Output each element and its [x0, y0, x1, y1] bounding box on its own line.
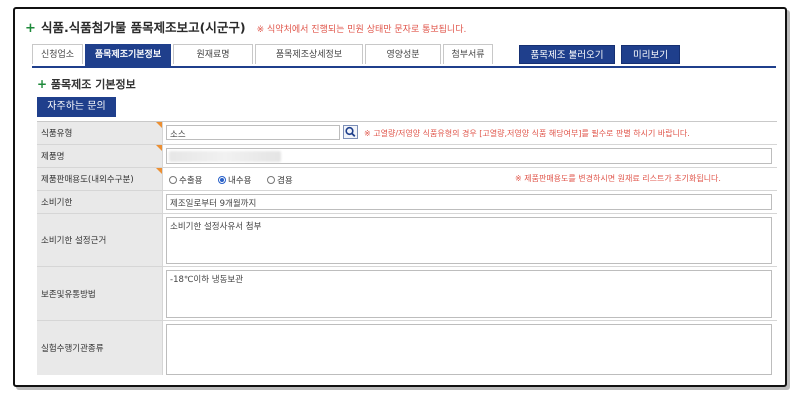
- shelf-life-label: 소비기한: [37, 191, 163, 213]
- required-marker: [156, 145, 162, 151]
- food-type-note: ※ 고열량/저영양 식품유형의 경우 [고열량,저영양 식품 해당여부]를 필수…: [364, 129, 690, 138]
- search-button[interactable]: [343, 125, 358, 139]
- faq-button[interactable]: 자주하는 문의: [37, 97, 116, 117]
- row-storage: 보존및유통방법 -18℃이하 냉동보관: [37, 267, 777, 321]
- row-product-name: 제품명: [37, 145, 777, 168]
- radio-domestic[interactable]: 내수용: [218, 174, 251, 186]
- search-icon: [345, 126, 356, 137]
- plus-icon: +: [37, 77, 48, 91]
- page-title: 식품.식품첨가물 품목제조보고(시군구): [41, 20, 246, 35]
- page-header: + 식품.식품첨가물 품목제조보고(시군구) ※ 식약처에서 진행되는 민원 상…: [25, 17, 466, 36]
- storage-textarea[interactable]: -18℃이하 냉동보관: [166, 270, 772, 318]
- required-marker: [156, 122, 162, 128]
- shelf-life-input[interactable]: 제조일로부터 9개월까지: [166, 194, 772, 210]
- sms-notice: ※ 식약처에서 진행되는 민원 상태만 문자로 통보됩니다.: [256, 25, 467, 35]
- tab-basic-info[interactable]: 품목제조기본정보: [85, 44, 171, 66]
- row-shelf-life-basis: 소비기한 설정근거 소비기한 설정사유서 첨부: [37, 214, 777, 267]
- food-type-label: 식품유형: [37, 122, 163, 144]
- required-marker: [156, 168, 162, 174]
- row-sales-use: 제품판매용도(내외수구분) 수출용 내수용 겸용 ※ 제품판매용도를 변경하시면…: [37, 168, 777, 191]
- preview-button[interactable]: 미리보기: [621, 45, 680, 64]
- sales-use-note: ※ 제품판매용도를 변경하시면 원재료 리스트가 초기화됩니다.: [515, 174, 721, 183]
- shelf-life-basis-textarea[interactable]: 소비기한 설정사유서 첨부: [166, 217, 772, 264]
- radio-circle-selected: [218, 176, 226, 184]
- row-test-agency: 실험수행기관종류: [37, 321, 777, 375]
- shelf-life-basis-label: 소비기한 설정근거: [37, 214, 163, 266]
- tab-underline: [32, 66, 776, 68]
- test-agency-label: 실험수행기관종류: [37, 321, 163, 375]
- load-product-button[interactable]: 품목제조 불러오기: [519, 45, 615, 64]
- radio-both[interactable]: 겸용: [267, 174, 293, 186]
- tab-nutrients[interactable]: 영양성분: [365, 44, 441, 64]
- tab-attachments[interactable]: 첨부서류: [443, 44, 493, 64]
- row-shelf-life: 소비기한 제조일로부터 9개월까지: [37, 191, 777, 214]
- radio-circle: [267, 176, 275, 184]
- form-window: + 식품.식품첨가물 품목제조보고(시군구) ※ 식약처에서 진행되는 민원 상…: [13, 7, 787, 387]
- tab-detail-info[interactable]: 품목제조상세정보: [255, 44, 363, 64]
- food-type-input[interactable]: 소스: [166, 125, 340, 140]
- redacted-name: [169, 151, 281, 162]
- sales-use-label: 제품판매용도(내외수구분): [37, 168, 163, 190]
- plus-icon: +: [25, 21, 36, 36]
- storage-label: 보존및유통방법: [37, 267, 163, 320]
- tab-raw-materials[interactable]: 원재료명: [173, 44, 253, 64]
- product-name-label: 제품명: [37, 145, 163, 167]
- section-title: + 품목제조 기본정보: [37, 77, 136, 91]
- basic-info-form: 식품유형 소스 ※ 고열량/저영양 식품유형의 경우 [고열량,저영양 식품 해…: [37, 121, 777, 375]
- tab-applicant-business[interactable]: 신청업소: [32, 44, 83, 64]
- test-agency-textarea[interactable]: [166, 324, 772, 375]
- radio-export[interactable]: 수출용: [169, 174, 202, 186]
- radio-circle: [169, 176, 177, 184]
- row-food-type: 식품유형 소스 ※ 고열량/저영양 식품유형의 경우 [고열량,저영양 식품 해…: [37, 122, 777, 145]
